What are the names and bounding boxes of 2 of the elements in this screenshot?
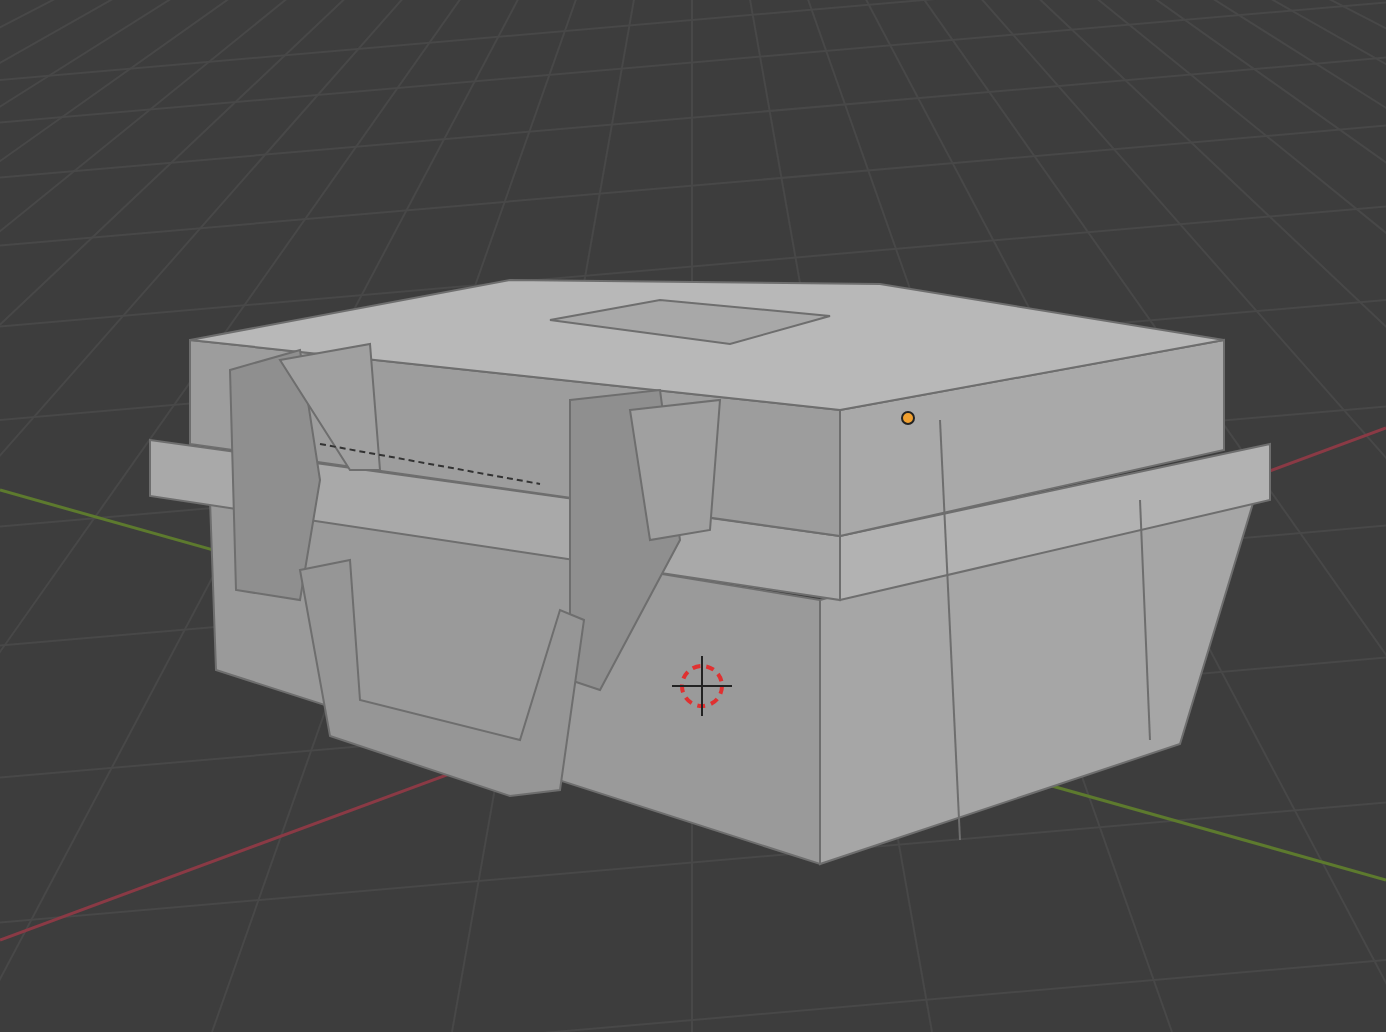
- crosshair-icon[interactable]: [671, 655, 733, 717]
- viewport[interactable]: [0, 0, 1386, 1032]
